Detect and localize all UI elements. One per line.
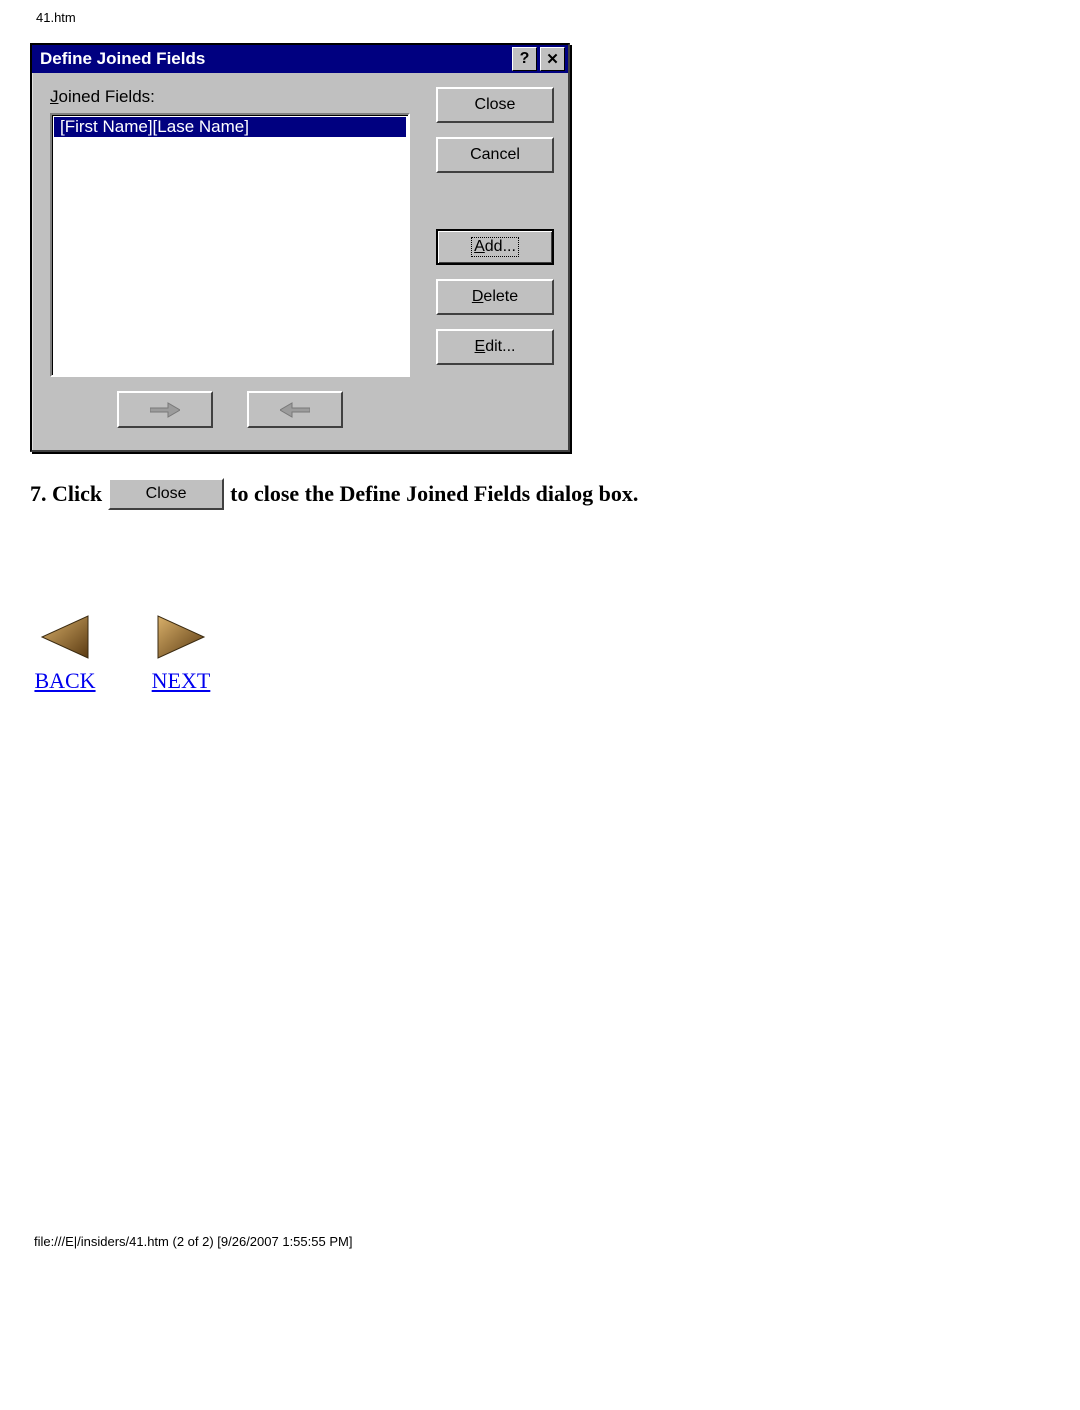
nav-back-label[interactable]: BACK — [34, 668, 95, 694]
delete-button-label: Delete — [472, 288, 518, 306]
instruction-suffix: to close the Define Joined Fields dialog… — [230, 481, 638, 507]
cancel-button-label: Cancel — [470, 146, 520, 164]
arrow-right-icon — [150, 402, 180, 418]
next-arrow-icon — [154, 610, 208, 664]
dialog-title: Define Joined Fields — [40, 49, 512, 69]
help-button[interactable]: ? — [512, 47, 537, 71]
close-icon: ✕ — [546, 50, 559, 68]
cancel-button[interactable]: Cancel — [436, 137, 554, 173]
add-button[interactable]: Add... — [436, 229, 554, 265]
close-window-button[interactable]: ✕ — [540, 47, 565, 71]
edit-button[interactable]: Edit... — [436, 329, 554, 365]
instruction-step-7: 7. Click Close to close the Define Joine… — [30, 478, 1060, 510]
edit-button-label: Edit... — [475, 338, 516, 356]
reorder-arrow-row — [50, 391, 410, 428]
nav-next[interactable]: NEXT — [146, 610, 216, 694]
instruction-prefix: 7. Click — [30, 481, 102, 507]
nav-next-label[interactable]: NEXT — [152, 668, 211, 694]
nav-back[interactable]: BACK — [30, 610, 100, 694]
joined-fields-label: Joined Fields: — [50, 87, 410, 107]
close-button-label: Close — [475, 96, 516, 114]
back-arrow-icon — [38, 610, 92, 664]
arrow-left-icon — [280, 402, 310, 418]
page-footer: file:///E|/insiders/41.htm (2 of 2) [9/2… — [34, 1234, 352, 1249]
add-button-label: Add... — [471, 237, 519, 257]
dialog-titlebar: Define Joined Fields ? ✕ — [32, 45, 568, 73]
close-button[interactable]: Close — [436, 87, 554, 123]
nav-row: BACK NEXT — [30, 610, 1060, 694]
help-icon: ? — [520, 50, 530, 68]
page-header-filename: 41.htm — [36, 10, 1060, 25]
delete-button[interactable]: Delete — [436, 279, 554, 315]
inline-close-button: Close — [108, 478, 224, 510]
move-left-button[interactable] — [247, 391, 343, 428]
inline-close-button-label: Close — [146, 485, 187, 503]
list-item[interactable]: [First Name][Lase Name] — [54, 117, 406, 137]
move-right-button[interactable] — [117, 391, 213, 428]
dialog-define-joined-fields: Define Joined Fields ? ✕ Joined Fields: … — [30, 43, 570, 452]
joined-fields-listbox[interactable]: [First Name][Lase Name] — [50, 113, 410, 377]
